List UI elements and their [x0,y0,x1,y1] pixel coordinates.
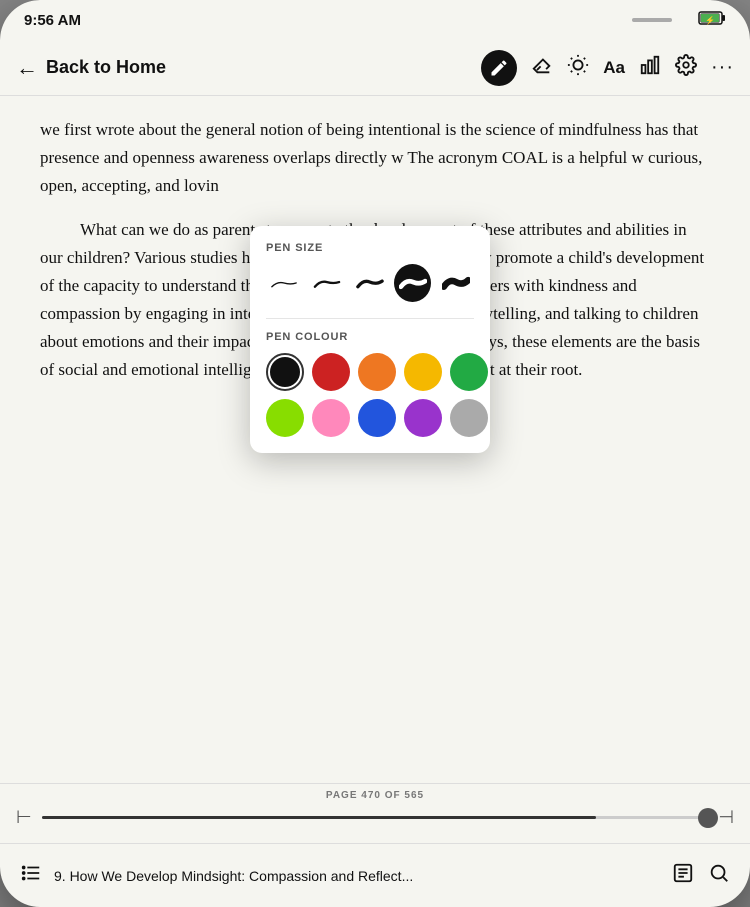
device-frame: 9:56 AM ⚡ ← Back to Home [0,0,750,907]
color-grid [266,353,474,437]
pen-size-lg[interactable] [394,264,431,302]
progress-fill [42,816,597,819]
settings-button[interactable] [675,54,697,82]
chapter-title: 9. How We Develop Mindsight: Compassion … [54,868,660,884]
search-button[interactable] [708,862,730,890]
brightness-button[interactable] [567,54,589,82]
toolbar-right: Aa ··· [481,50,734,86]
page-first-button[interactable]: ⊢ [16,807,32,828]
color-swatch-gray[interactable] [450,399,488,437]
page-label: PAGE 470 OF 565 [326,790,424,801]
pen-size-md[interactable] [352,264,389,302]
battery-icon: ⚡ [698,10,726,31]
page-title: Back to Home [46,57,166,78]
page-view-button[interactable] [672,862,694,890]
status-time: 9:56 AM [24,12,81,29]
progress-track[interactable] [42,816,709,819]
font-button[interactable]: Aa [603,58,625,78]
progress-bar-row: ⊢ ⊣ [16,807,734,828]
bottom-nav-right [672,862,730,890]
back-button[interactable]: ← [16,55,38,81]
bottom-nav: 9. How We Develop Mindsight: Compassion … [0,843,750,907]
color-swatch-red[interactable] [312,353,350,391]
color-swatch-yellow[interactable] [404,353,442,391]
progress-thumb[interactable] [698,808,718,828]
page-last-button[interactable]: ⊣ [718,807,734,828]
pen-size-xl[interactable] [437,264,474,302]
eraser-tool-button[interactable] [531,54,553,82]
pen-size-label: PEN SIZE [266,242,474,254]
chart-button[interactable] [639,54,661,82]
color-swatch-purple[interactable] [404,399,442,437]
svg-text:⚡: ⚡ [705,15,715,25]
color-swatch-pink[interactable] [312,399,350,437]
pen-colour-label: PEN COLOUR [266,331,474,343]
pen-sizes [266,264,474,302]
toolbar: ← Back to Home [0,40,750,96]
notch-bar [632,18,672,22]
pen-popup: PEN SIZE [250,226,490,453]
pen-size-xs[interactable] [266,264,303,302]
status-bar: 9:56 AM ⚡ [0,0,750,40]
color-swatch-green[interactable] [450,353,488,391]
color-swatch-orange[interactable] [358,353,396,391]
status-right: ⚡ [632,10,726,31]
more-button[interactable]: ··· [711,56,734,79]
pen-divider [266,318,474,319]
color-swatch-blue[interactable] [358,399,396,437]
content-paragraph-1: we first wrote about the general notion … [40,116,710,200]
toc-button[interactable] [20,862,42,890]
pen-size-sm[interactable] [309,264,346,302]
page-indicator-bar: PAGE 470 OF 565 ⊢ ⊣ [0,783,750,843]
color-swatch-black[interactable] [266,353,304,391]
toolbar-left: ← Back to Home [16,55,481,81]
color-swatch-lime[interactable] [266,399,304,437]
content-area: we first wrote about the general notion … [0,96,750,783]
pen-tool-button[interactable] [481,50,517,86]
